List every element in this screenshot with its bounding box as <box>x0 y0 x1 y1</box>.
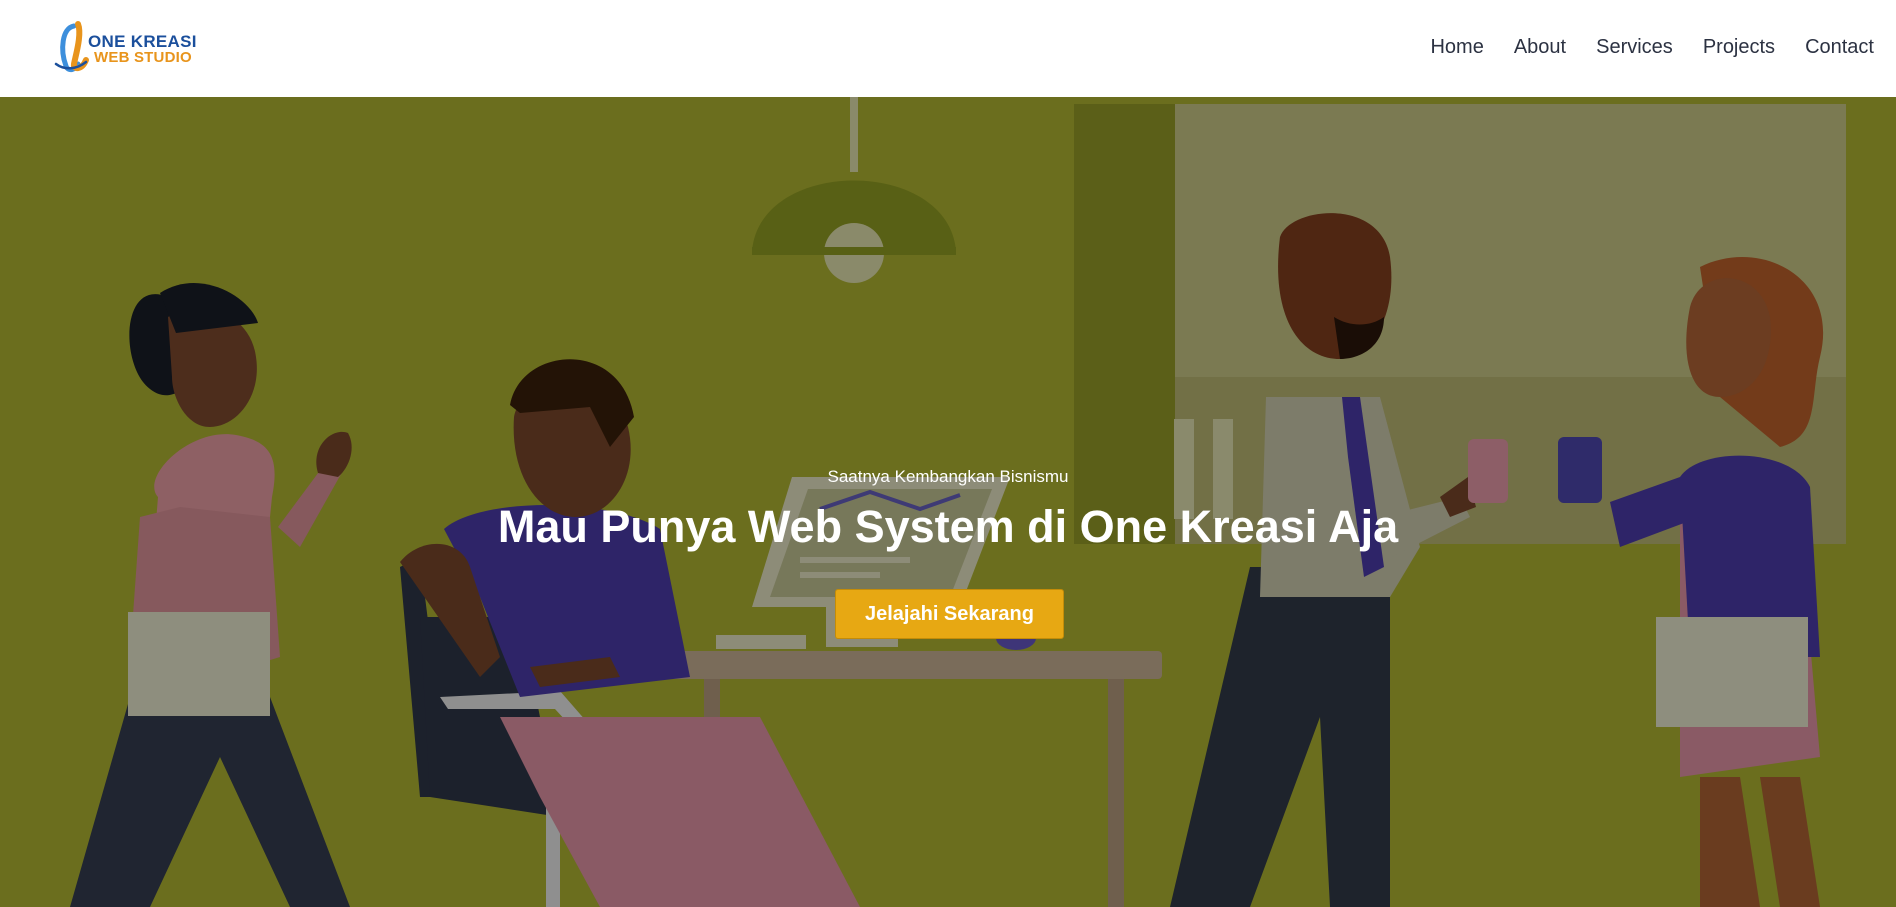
hero-subtitle: Saatnya Kembangkan Bisnismu <box>827 467 1069 486</box>
nav-item-projects: Projects <box>1688 34 1790 60</box>
nav-item-about: About <box>1499 34 1581 60</box>
hero-content: Saatnya Kembangkan Bisnismu Mau Punya We… <box>0 97 1896 907</box>
nav-link-contact[interactable]: Contact <box>1790 34 1874 60</box>
nav-item-home: Home <box>1415 34 1498 60</box>
nav-item-contact: Contact <box>1790 34 1874 60</box>
nav-link-services[interactable]: Services <box>1581 34 1688 60</box>
brand-tagline: WEB STUDIO <box>94 49 192 66</box>
brand-logo[interactable]: ONE KREASI WEB STUDIO <box>52 20 212 76</box>
nav-link-about[interactable]: About <box>1499 34 1581 60</box>
site-header: ONE KREASI WEB STUDIO Home About Service… <box>0 0 1896 97</box>
nav-link-home[interactable]: Home <box>1415 34 1498 60</box>
hero-section: Saatnya Kembangkan Bisnismu Mau Punya We… <box>0 97 1896 907</box>
explore-button[interactable]: Jelajahi Sekarang <box>835 589 1064 639</box>
nav-link-projects[interactable]: Projects <box>1688 34 1790 60</box>
nav-item-services: Services <box>1581 34 1688 60</box>
hero-title: Mau Punya Web System di One Kreasi Aja <box>497 501 1399 552</box>
main-nav: Home About Services Projects Contact <box>1415 34 1874 60</box>
